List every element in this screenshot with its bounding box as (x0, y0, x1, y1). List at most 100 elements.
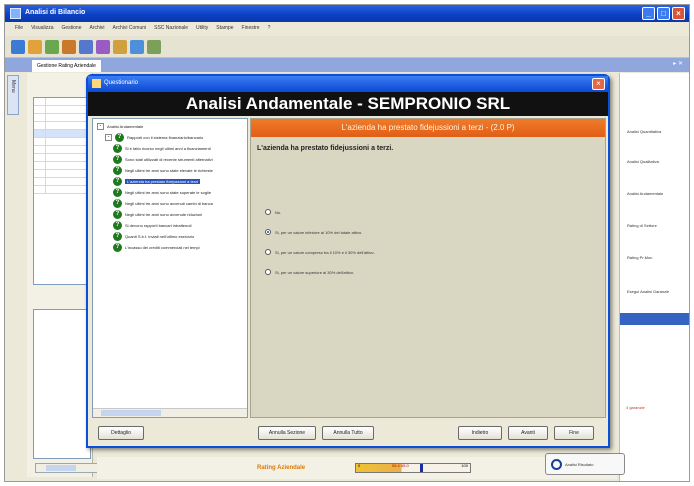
tree-item[interactable]: ? L'incasso dei crediti commerciali nei t… (113, 243, 200, 252)
tree-item[interactable]: ? Sono stati utilizzati di recente strume… (113, 155, 213, 164)
question-title: L'azienda ha prestato fidejussioni a ter… (251, 119, 605, 137)
toolbar-icon-9[interactable] (147, 40, 161, 54)
vertical-menu-tab[interactable]: Menu (7, 75, 19, 115)
dialog-icon (92, 79, 101, 88)
menu-print[interactable]: Stampe (216, 25, 233, 36)
question-icon: ? (113, 177, 122, 186)
table-row[interactable] (34, 186, 90, 194)
dialog-header: Analisi Andamentale - SEMPRONIO SRL (88, 92, 608, 116)
toolbar-icon-4[interactable] (62, 40, 76, 54)
guarantees-note: 4 garanzie (626, 405, 645, 410)
question-icon: ? (113, 199, 122, 208)
menu-utility[interactable]: Utility (196, 25, 208, 36)
dialog-title: Questionario (104, 80, 139, 86)
tree-item[interactable]: ? Negli ultimi tre anni sono state elevat… (113, 166, 213, 175)
menu-archives[interactable]: Archivi (90, 25, 105, 36)
menu-manage[interactable]: Gestione (61, 25, 81, 36)
toolbar-icon-6[interactable] (96, 40, 110, 54)
back-button[interactable]: Indietro (458, 426, 502, 440)
maximize-button[interactable]: □ (657, 7, 670, 20)
table-row[interactable] (34, 154, 90, 162)
menu-ssc[interactable]: SSC Nazionale (154, 25, 188, 36)
analysis-quantitative-button[interactable]: Analisi Quantitativa (624, 123, 688, 139)
question-icon: ? (113, 221, 122, 230)
table-row[interactable] (34, 106, 90, 114)
tab-close-icon[interactable]: ▸ ✕ (673, 60, 683, 67)
tree-item[interactable]: ? Negli ultimi tre anni sono state supera… (113, 188, 211, 197)
guarantees-button[interactable]: Esegui Analisi Garanzie (624, 283, 688, 299)
menu-windows[interactable]: Finestre (242, 25, 260, 36)
next-button[interactable]: Avanti (508, 426, 548, 440)
menu-help[interactable]: ? (268, 25, 271, 36)
menu-common-archives[interactable]: Archivi Comuni (113, 25, 147, 36)
tree-item[interactable]: ? Negli ultimi tre anni sono avvenuti cam… (113, 199, 213, 208)
close-button[interactable]: × (672, 7, 685, 20)
question-icon: ? (113, 243, 122, 252)
scale-max: 100 (461, 463, 468, 468)
question-icon: ? (113, 210, 122, 219)
analysis-trend-button[interactable]: Analisi Andamentale (624, 185, 688, 201)
menu-file[interactable]: File (15, 25, 23, 36)
rating-label: Rating Aziendale (257, 465, 306, 471)
analyze-result-button[interactable]: Analisi Risultato (545, 453, 625, 475)
detail-grid[interactable] (33, 309, 91, 459)
cancel-section-button[interactable]: Annulla Sezione (258, 426, 316, 440)
tab-bar: Gestione Rating Aziendale ▸ ✕ (5, 58, 689, 72)
cancel-all-button[interactable]: Annulla Tutto (322, 426, 374, 440)
table-row[interactable] (34, 130, 90, 138)
rating-mov-button[interactable]: Rating Pr.Mov. (624, 249, 688, 265)
question-text: L'azienda ha prestato fidejussioni a ter… (257, 145, 394, 152)
scale-min: 0 (358, 463, 361, 468)
radio-1 (265, 209, 271, 215)
toolbar-icon-3[interactable] (45, 40, 59, 54)
option-4[interactable]: Si, per un valore superiore al 30% dell'… (265, 269, 354, 275)
option-3[interactable]: Si, per un valore compreso tra il 10% e … (265, 249, 375, 255)
minimize-button[interactable]: _ (642, 7, 655, 20)
tree-scrollbar[interactable] (93, 408, 247, 417)
toolbar-icon-5[interactable] (79, 40, 93, 54)
table-row[interactable] (34, 146, 90, 154)
tree-item[interactable]: ? Quanti S.b.f. inviati nell'ultimo eserc… (113, 232, 194, 241)
rating-footer: Rating Aziendale 0 56.4 65.0 100 (97, 457, 617, 479)
dialog-close-button[interactable]: × (592, 78, 605, 90)
menu-view[interactable]: Visualizza (31, 25, 53, 36)
tree-root[interactable]: - Analisi Andamentale (97, 123, 143, 130)
analysis-qualitative-button[interactable]: Analisi Qualitativa (624, 153, 688, 169)
rating-marker (420, 464, 423, 472)
question-icon: ? (115, 133, 124, 142)
search-icon (551, 458, 562, 470)
radio-2 (265, 229, 271, 235)
tree-item[interactable]: ? L'azienda ha prestato fidejussioni a te… (113, 177, 201, 186)
option-2[interactable]: Si, per un valore inferiore al 10% del t… (265, 229, 362, 235)
tree-item[interactable]: ? Si è fatto ricorso negli ultimi anni a … (113, 144, 211, 153)
help-button[interactable]: Dettaglio (98, 426, 144, 440)
table-row[interactable] (34, 162, 90, 170)
option-1[interactable]: No. (265, 209, 281, 215)
toolbar-icon-2[interactable] (28, 40, 42, 54)
toolbar-icon-7[interactable] (113, 40, 127, 54)
question-tree: - Analisi Andamentale -? Rapporti con il s… (92, 118, 248, 418)
tree-group[interactable]: -? Rapporti con il sistema finanziario/ba… (105, 133, 203, 142)
question-icon: ? (113, 144, 122, 153)
dialog-titlebar: Questionario × (88, 76, 608, 92)
window-title: Analisi di Bilancio (25, 9, 86, 16)
toolbar-icon-8[interactable] (130, 40, 144, 54)
tab-rating[interactable]: Gestione Rating Aziendale (31, 59, 102, 72)
table-row[interactable] (34, 178, 90, 186)
tree-item[interactable]: ? Si devono rapporti bancari intrattenuti (113, 221, 191, 230)
right-panel: Analisi Quantitativa Analisi Qualitativa… (619, 73, 689, 481)
table-row[interactable] (34, 114, 90, 122)
company-grid[interactable] (33, 97, 91, 285)
table-row[interactable] (34, 98, 90, 106)
table-row[interactable] (34, 122, 90, 130)
window-titlebar: Analisi di Bilancio _ □ × (5, 5, 689, 22)
toolbar-icon-1[interactable] (11, 40, 25, 54)
tree-item[interactable]: ? Negli ultimi tre anni sono avvenute rid… (113, 210, 202, 219)
toolbar (5, 36, 689, 58)
table-row[interactable] (34, 170, 90, 178)
table-row[interactable] (34, 138, 90, 146)
question-panel: L'azienda ha prestato fidejussioni a ter… (250, 118, 606, 418)
end-button[interactable]: Fine (554, 426, 594, 440)
sector-rating-button[interactable]: Rating di Settore (624, 217, 688, 233)
questionnaire-dialog: Questionario × Analisi Andamentale - SEM… (86, 74, 610, 448)
